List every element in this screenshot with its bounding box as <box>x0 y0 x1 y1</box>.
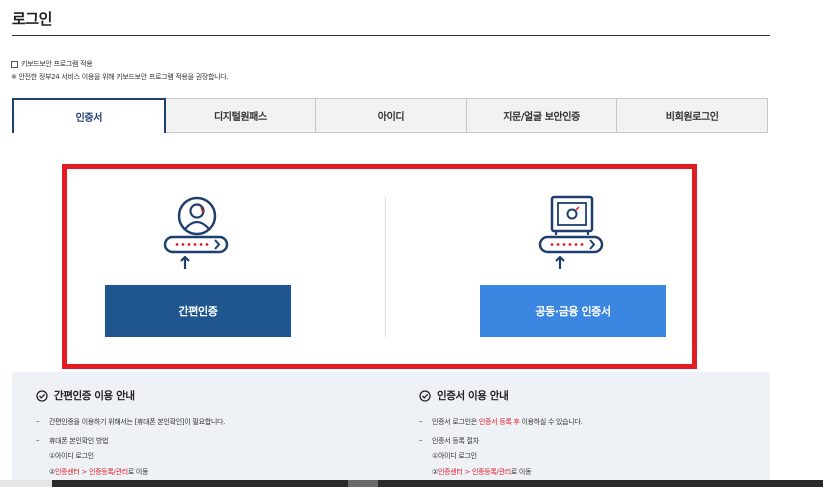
tab-digital-onepass[interactable]: 디지털원패스 <box>165 98 317 133</box>
list-item: – 인증서 등록 절차 <box>419 436 479 445</box>
tab-id[interactable]: 아이디 <box>316 98 467 133</box>
steps: ①아이디 로그인 ②인증센터 > 인증등록/관리로 이동 <box>49 452 149 476</box>
keyboard-security-option[interactable]: 키보드보안 프로그램 적용 <box>11 59 93 69</box>
login-tabs: 인증서 디지털원패스 아이디 지문/얼굴 보안인증 비회원로그인 <box>12 98 768 133</box>
certificate-login-button[interactable]: 공동·금융 인증서 <box>480 285 666 337</box>
simple-auth-guide-list: – 간편인증을 이용하기 위해서는 [휴대폰 본인확인]이 필요합니다. – 휴… <box>36 417 376 477</box>
horizontal-scrollbar[interactable] <box>0 480 823 487</box>
keyboard-security-notice: ※ 안전한 정부24 서비스 이용을 위해 키보드보안 프로그램 적용을 권장합… <box>11 73 229 81</box>
keyboard-security-label: 키보드보안 프로그램 적용 <box>21 60 93 68</box>
simple-auth-button[interactable]: 간편인증 <box>105 285 291 337</box>
page-title: 로그인 <box>12 10 52 28</box>
list-item: – 인증서 로그인은 인증서 등록 후 이용하실 수 있습니다. <box>419 417 583 426</box>
tab-biometric[interactable]: 지문/얼굴 보안인증 <box>466 98 618 133</box>
certificate-guide-title: 인증서 이용 안내 <box>437 390 509 402</box>
simple-auth-icon <box>163 195 231 274</box>
options-divider <box>385 197 386 337</box>
simple-auth-guide-heading: 간편인증 이용 안내 <box>36 388 376 403</box>
certificate-guide-heading: 인증서 이용 안내 <box>419 388 759 403</box>
certificate-guide: 인증서 이용 안내 – 인증서 로그인은 인증서 등록 후 이용하실 수 있습니… <box>419 388 759 483</box>
keyboard-security-checkbox[interactable] <box>11 60 18 68</box>
scrollbar-thumb[interactable] <box>348 480 378 487</box>
usage-guide-panel: 간편인증 이용 안내 – 간편인증을 이용하기 위해서는 [휴대폰 본인확인]이… <box>12 372 770 487</box>
scrollbar-track-start <box>0 480 52 487</box>
cert-center-link[interactable]: 인증센터 > 인증등록/관리 <box>438 468 511 476</box>
check-circle-icon <box>419 389 431 402</box>
check-circle-icon <box>36 389 48 402</box>
certificate-safe-icon <box>538 195 606 274</box>
steps: ①아이디 로그인 ②인증센터 > 인증등록/관리로 이동 <box>432 452 532 476</box>
list-item: – 간편인증을 이용하기 위해서는 [휴대폰 본인확인]이 필요합니다. <box>36 417 226 426</box>
tab-certificate[interactable]: 인증서 <box>12 98 166 133</box>
certificate-guide-list: – 인증서 로그인은 인증서 등록 후 이용하실 수 있습니다. – 인증서 등… <box>419 417 759 477</box>
list-item: – 휴대폰 본인확인 방법 <box>36 436 109 445</box>
cert-center-link[interactable]: 인증센터 > 인증등록/관리 <box>55 468 128 476</box>
simple-auth-guide-title: 간편인증 이용 안내 <box>54 390 135 402</box>
simple-auth-guide: 간편인증 이용 안내 – 간편인증을 이용하기 위해서는 [휴대폰 본인확인]이… <box>36 388 376 483</box>
title-divider <box>12 35 770 36</box>
tab-non-member[interactable]: 비회원로그인 <box>617 98 768 133</box>
